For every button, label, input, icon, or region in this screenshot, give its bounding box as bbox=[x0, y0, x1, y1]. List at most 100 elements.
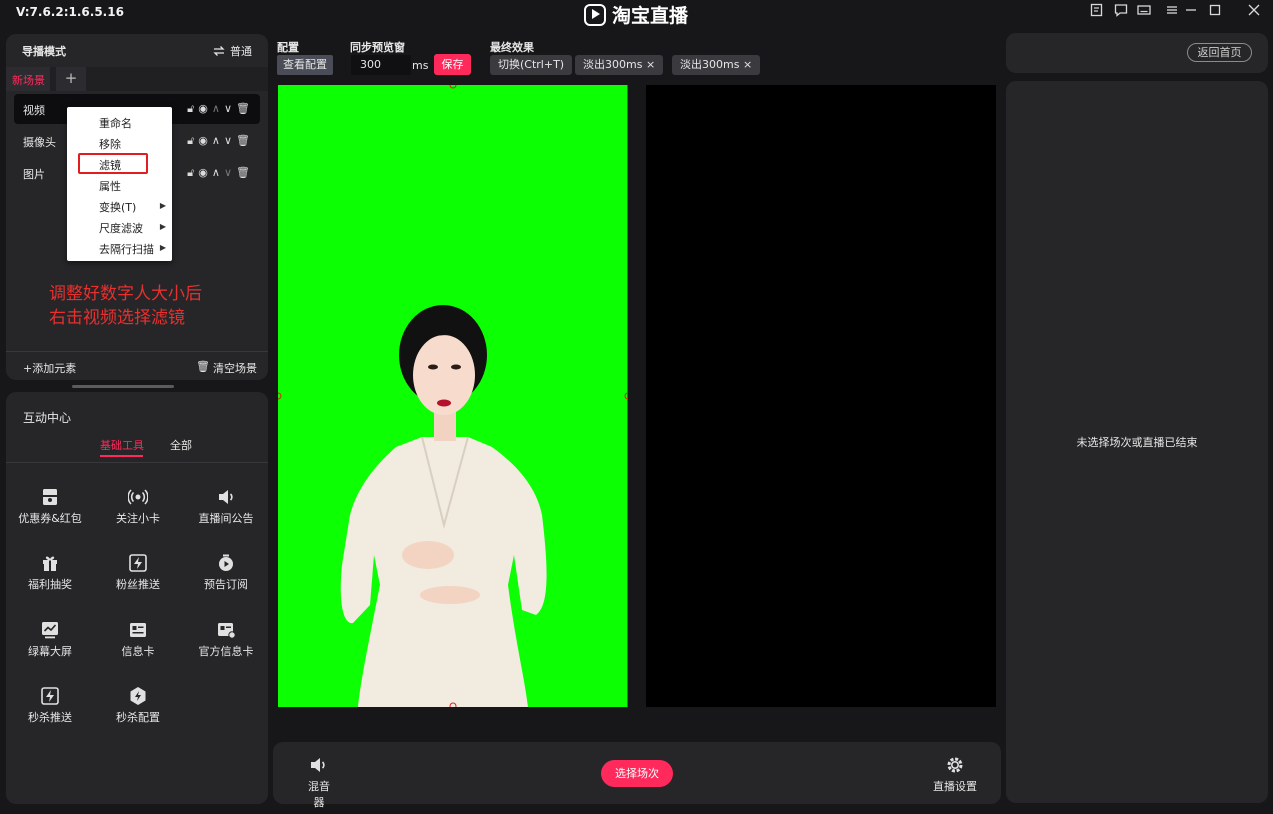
save-button[interactable]: 保存 bbox=[434, 54, 471, 75]
gift-icon bbox=[43, 556, 57, 571]
lock-icon[interactable]: 🔓︎ bbox=[187, 134, 194, 148]
eye-icon[interactable]: ◉ bbox=[198, 102, 208, 116]
tool-label: 绿幕大屏 bbox=[28, 645, 72, 658]
tool-fan-push[interactable]: 粉丝推送 bbox=[94, 553, 182, 592]
speaker-icon bbox=[311, 758, 325, 772]
clear-scene-label: 清空场景 bbox=[212, 362, 257, 375]
move-up-icon[interactable]: ∧ bbox=[212, 166, 220, 180]
edit-icon[interactable] bbox=[1088, 3, 1106, 21]
mode-label: 导播模式 bbox=[22, 45, 66, 58]
lightning-icon bbox=[129, 554, 147, 572]
delete-icon[interactable]: 🗑︎ bbox=[236, 134, 250, 148]
tool-label: 关注小卡 bbox=[116, 512, 160, 525]
tool-label: 预告订阅 bbox=[204, 578, 248, 591]
layer-label: 摄像头 bbox=[23, 136, 56, 149]
interaction-center-panel bbox=[6, 392, 268, 804]
gear-icon bbox=[947, 757, 963, 773]
broadcast-icon bbox=[128, 489, 148, 505]
tab-new-scene-label: 新场景 bbox=[12, 74, 45, 87]
tool-preview-subscribe[interactable]: 预告订阅 bbox=[182, 553, 270, 592]
lock-icon[interactable]: 🔓︎ bbox=[187, 102, 194, 116]
annotation-line-2: 右击视频选择滤镜 bbox=[49, 308, 185, 328]
sync-label: 同步预览窗 bbox=[350, 41, 405, 54]
eye-icon[interactable]: ◉ bbox=[198, 166, 208, 180]
tool-flash-sale-push[interactable]: 秒杀推送 bbox=[6, 686, 94, 725]
add-scene-tab-button[interactable]: + bbox=[56, 67, 86, 91]
tab-new-scene[interactable]: 新场景 bbox=[6, 67, 50, 91]
tutorial-annotation: 调整好数字人大小后 右击视频选择滤镜 bbox=[49, 282, 202, 330]
submenu-arrow-icon: ▶ bbox=[159, 201, 166, 210]
move-up-icon[interactable]: ∧ bbox=[212, 102, 220, 116]
back-home-button[interactable]: 返回首页 bbox=[1187, 43, 1252, 62]
tool-label: 秒杀配置 bbox=[116, 711, 160, 724]
menu-item-transform[interactable]: 变换(T) bbox=[99, 199, 136, 215]
tool-official-info-card[interactable]: 官方信息卡 bbox=[182, 620, 270, 659]
panel-splitter[interactable] bbox=[72, 385, 174, 388]
divider bbox=[6, 351, 268, 352]
divider bbox=[6, 462, 268, 463]
menu-item-rename[interactable]: 重命名 bbox=[99, 115, 132, 131]
session-status: 未选择场次或直播已结束 bbox=[1076, 436, 1198, 449]
effect-label: 最终效果 bbox=[490, 41, 534, 54]
sync-delay-input[interactable]: 300 bbox=[351, 55, 411, 75]
lock-icon[interactable]: 🔓︎ bbox=[187, 166, 194, 180]
tool-info-card[interactable]: 信息卡 bbox=[94, 620, 182, 659]
program-preview[interactable] bbox=[646, 85, 996, 707]
trash-icon: 🗑︎ bbox=[196, 360, 210, 373]
tool-label: 福利抽奖 bbox=[28, 578, 72, 591]
layer-label: 图片 bbox=[23, 168, 45, 181]
tab-basic-tools[interactable]: 基础工具 bbox=[100, 437, 144, 453]
view-config-button[interactable]: 查看配置 bbox=[277, 55, 333, 75]
tool-announcement[interactable]: 直播间公告 bbox=[182, 487, 270, 526]
presenter-figure bbox=[274, 81, 632, 710]
menu-item-scale-filter[interactable]: 尺度滤波 bbox=[99, 220, 143, 236]
chat-icon[interactable] bbox=[1112, 3, 1130, 21]
mode-toggle[interactable]: 普通 bbox=[213, 43, 252, 59]
move-down-icon[interactable]: ∨ bbox=[224, 166, 232, 180]
keyboard-icon[interactable] bbox=[1135, 3, 1153, 21]
tool-coupon[interactable]: 优惠券&红包 bbox=[6, 487, 94, 526]
move-down-icon[interactable]: ∨ bbox=[224, 102, 232, 116]
sync-unit: ms bbox=[412, 59, 429, 72]
flash-icon bbox=[41, 687, 59, 705]
tool-lottery[interactable]: 福利抽奖 bbox=[6, 553, 94, 592]
menu-item-remove[interactable]: 移除 bbox=[99, 136, 121, 152]
official-card-icon bbox=[218, 623, 236, 639]
tool-label: 粉丝推送 bbox=[116, 578, 160, 591]
menu-icon[interactable] bbox=[1163, 3, 1181, 21]
switch-button[interactable]: 切换(Ctrl+T) bbox=[490, 55, 573, 75]
green-screen-preview[interactable] bbox=[274, 81, 632, 710]
close-icon[interactable] bbox=[1245, 3, 1263, 21]
context-menu: 重命名 移除 滤镜 属性 变换(T) ▶ 尺度滤波 ▶ 去隔行扫描 ▶ bbox=[67, 107, 172, 261]
move-up-icon[interactable]: ∧ bbox=[212, 134, 220, 148]
config-label: 配置 bbox=[277, 41, 299, 54]
fade-chip[interactable]: 淡出300ms × bbox=[575, 55, 664, 75]
menu-item-properties[interactable]: 属性 bbox=[99, 178, 121, 194]
layer-label: 视频 bbox=[23, 104, 45, 117]
eye-icon[interactable]: ◉ bbox=[198, 134, 208, 148]
swap-icon bbox=[213, 46, 225, 56]
clear-scene-button[interactable]: 🗑︎ 清空场景 bbox=[196, 360, 257, 376]
tool-label: 秒杀推送 bbox=[28, 711, 72, 724]
minimize-icon[interactable] bbox=[1182, 3, 1200, 21]
annotation-line-1: 调整好数字人大小后 bbox=[49, 284, 202, 304]
select-session-button[interactable]: 选择场次 bbox=[601, 760, 673, 787]
speaker-icon bbox=[219, 490, 233, 504]
mixer-button[interactable]: 混音器 bbox=[303, 756, 335, 810]
menu-item-deinterlace[interactable]: 去隔行扫描 bbox=[99, 241, 154, 257]
live-settings-button[interactable]: 直播设置 bbox=[930, 756, 980, 794]
maximize-icon[interactable] bbox=[1206, 3, 1224, 21]
layer-controls: 🔓︎ ◉ ∧ ∨ 🗑︎ bbox=[187, 102, 250, 116]
layer-controls: 🔓︎ ◉ ∧ ∨ 🗑︎ bbox=[187, 134, 250, 148]
tab-all[interactable]: 全部 bbox=[170, 437, 192, 453]
tool-green-screen[interactable]: 绿幕大屏 bbox=[6, 620, 94, 659]
version-label: V:7.6.2:1.6.5.16 bbox=[16, 5, 124, 19]
delete-icon[interactable]: 🗑︎ bbox=[236, 102, 250, 116]
move-down-icon[interactable]: ∨ bbox=[224, 134, 232, 148]
add-element-button[interactable]: +添加元素 bbox=[23, 360, 76, 376]
delete-icon[interactable]: 🗑︎ bbox=[236, 166, 250, 180]
tool-follow-card[interactable]: 关注小卡 bbox=[94, 487, 182, 526]
fade-chip[interactable]: 淡出300ms × bbox=[672, 55, 761, 75]
tool-flash-sale-config[interactable]: 秒杀配置 bbox=[94, 686, 182, 725]
submenu-arrow-icon: ▶ bbox=[159, 243, 166, 252]
